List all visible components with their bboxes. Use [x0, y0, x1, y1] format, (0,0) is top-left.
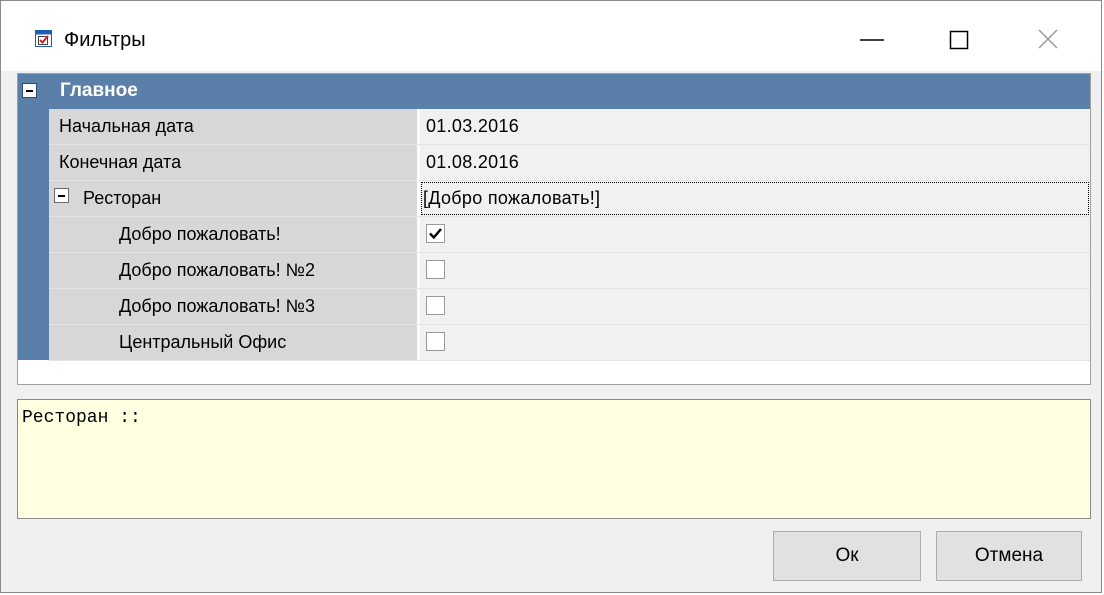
option-name: Добро пожаловать! №3 [49, 289, 417, 324]
start-date-field[interactable]: 01.03.2016 [420, 109, 1090, 144]
option-value [420, 253, 1090, 288]
checkbox-form-icon [35, 30, 52, 47]
description-text: Ресторан :: [22, 408, 141, 428]
restaurant-option-2[interactable]: Добро пожаловать! №2 [49, 253, 1090, 289]
title-bar[interactable]: Фильтры [1, 1, 1101, 71]
option-value [420, 325, 1090, 360]
option-checkbox[interactable] [426, 296, 445, 315]
end-date-field[interactable]: 01.08.2016 [420, 145, 1090, 180]
maximize-button[interactable] [935, 17, 981, 63]
minimize-icon [860, 39, 884, 41]
category-indent-bar [18, 109, 49, 360]
minimize-button[interactable] [849, 17, 895, 63]
close-button[interactable] [1025, 17, 1071, 63]
property-name: Ресторан [49, 181, 417, 216]
maximize-icon [949, 30, 969, 50]
property-name: Начальная дата [49, 109, 417, 144]
filters-dialog: Фильтры Главное Начальная дата 01.03.201… [0, 0, 1102, 593]
option-name: Добро пожаловать! №2 [49, 253, 417, 288]
category-main[interactable]: Главное [18, 74, 1090, 109]
restaurant-option-1[interactable]: Добро пожаловать! [49, 217, 1090, 253]
ok-button[interactable]: Ок [773, 531, 921, 581]
window-title: Фильтры [64, 29, 146, 51]
close-icon [1038, 29, 1058, 49]
property-row-start-date[interactable]: Начальная дата 01.03.2016 [49, 109, 1090, 145]
description-panel: Ресторан :: [17, 399, 1091, 519]
property-name: Конечная дата [49, 145, 417, 180]
collapse-icon[interactable] [54, 188, 69, 203]
restaurant-field[interactable]: [Добро пожаловать!] [420, 181, 1090, 216]
option-value [420, 217, 1090, 252]
option-checkbox[interactable] [426, 224, 445, 243]
property-row-restaurant[interactable]: Ресторан [Добро пожаловать!] [49, 181, 1090, 217]
cancel-button[interactable]: Отмена [936, 531, 1082, 581]
category-label: Главное [60, 80, 138, 101]
restaurant-option-3[interactable]: Добро пожаловать! №3 [49, 289, 1090, 325]
property-grid[interactable]: Главное Начальная дата 01.03.2016 Конечн… [17, 73, 1091, 385]
checkmark-icon [429, 228, 442, 240]
collapse-icon[interactable] [22, 83, 37, 98]
option-checkbox[interactable] [426, 332, 445, 351]
option-name: Центральный Офис [49, 325, 417, 360]
option-name: Добро пожаловать! [49, 217, 417, 252]
restaurant-option-4[interactable]: Центральный Офис [49, 325, 1090, 361]
option-value [420, 289, 1090, 324]
property-row-end-date[interactable]: Конечная дата 01.08.2016 [49, 145, 1090, 181]
option-checkbox[interactable] [426, 260, 445, 279]
